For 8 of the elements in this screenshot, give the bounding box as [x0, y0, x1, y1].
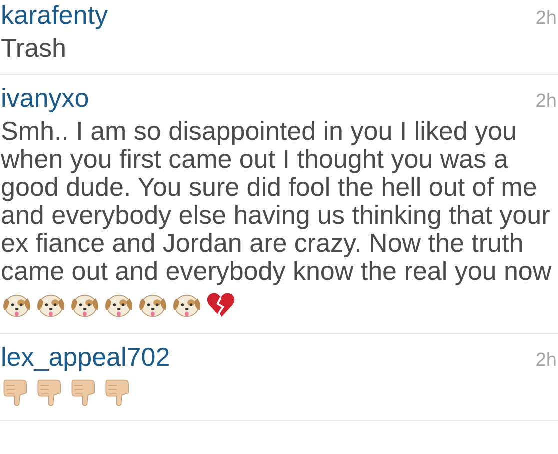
username-link[interactable]: ivanyxo: [1, 83, 90, 113]
username-link[interactable]: lex_appeal702: [1, 342, 170, 372]
comment-text: Smh.. I am so disappointed in you I liked you when you first came out I thought you was a good dude. You sure did fool the hell out of me and everybody else having us thinking that your ex fiance and Jordan are crazy. Now the truth came out and everybody know the real you now: [1, 117, 553, 285]
comment-text: Trash: [1, 34, 68, 62]
timestamp: 2h: [536, 350, 557, 372]
username-link[interactable]: karafenty: [1, 0, 108, 30]
timestamp: 2h: [536, 91, 557, 113]
timestamp: 2h: [536, 8, 557, 30]
